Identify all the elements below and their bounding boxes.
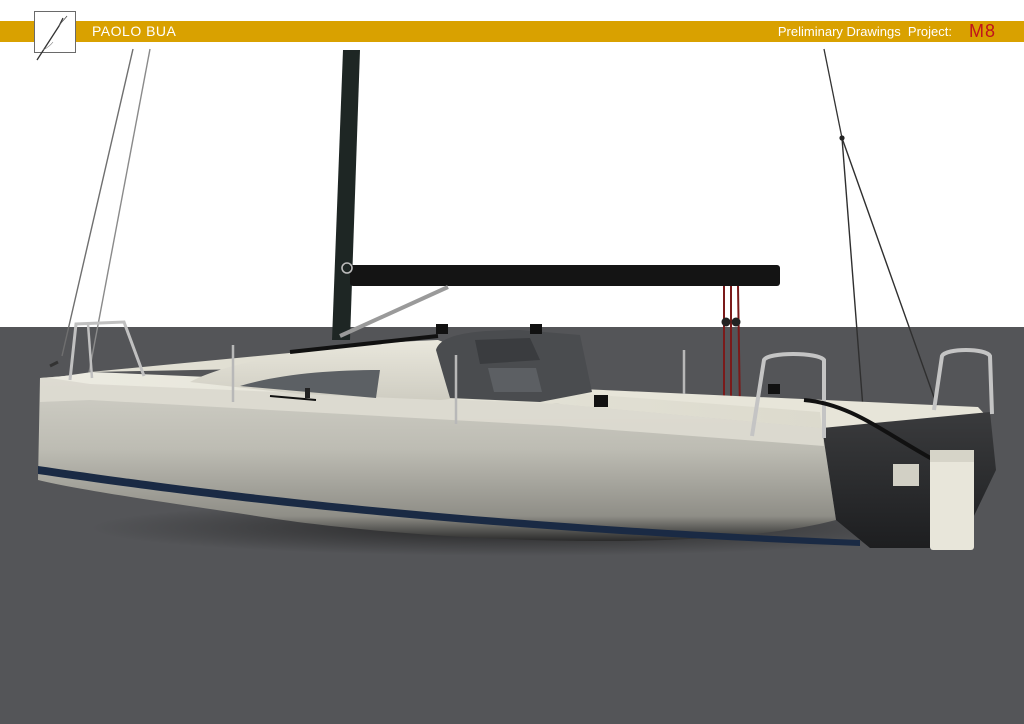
drawing-sheet: PAOLO BUA Preliminary Drawings Project: … <box>0 0 1024 724</box>
sailboat-render <box>38 48 996 556</box>
